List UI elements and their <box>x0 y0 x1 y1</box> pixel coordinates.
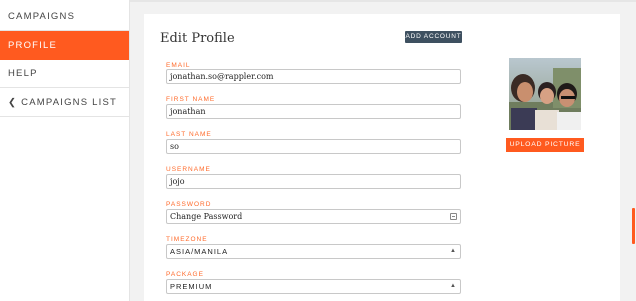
first-name-value: jonathan <box>170 107 206 116</box>
select-arrows-icon: ▲ <box>450 283 457 289</box>
scroll-handle[interactable] <box>632 208 635 244</box>
package-label: PACKAGE <box>166 271 204 278</box>
sidebar-item-profile[interactable]: PROFILE <box>0 31 129 60</box>
password-label: PASSWORD <box>166 201 212 208</box>
last-name-field[interactable]: so <box>166 139 461 154</box>
password-reveal-icon[interactable] <box>450 213 457 220</box>
chevron-left-icon: ❮ <box>8 97 18 108</box>
sidebar-item-campaigns[interactable]: CAMPAIGNS <box>0 2 129 31</box>
username-field[interactable]: jojo <box>166 174 461 189</box>
sidebar-item-label: HELP <box>8 68 38 79</box>
last-name-label: LAST NAME <box>166 131 212 138</box>
sidebar: CAMPAIGNS PROFILE HELP ❮ CAMPAIGNS LIST <box>0 0 130 301</box>
sidebar-item-help[interactable]: HELP <box>0 59 129 88</box>
select-arrows-icon: ▲ <box>450 248 457 254</box>
top-divider <box>130 0 636 2</box>
sidebar-item-label: CAMPAIGNS LIST <box>21 97 117 108</box>
package-select[interactable]: PREMIUM ▲ <box>166 279 461 294</box>
timezone-label: TIMEZONE <box>166 236 208 243</box>
first-name-field[interactable]: jonathan <box>166 104 461 119</box>
timezone-select[interactable]: ASIA/MANILA ▲ <box>166 244 461 259</box>
edit-profile-panel: Edit Profile ADD ACCOUNT EMAIL jonathan.… <box>144 14 620 301</box>
email-label: EMAIL <box>166 62 191 69</box>
username-value: jojo <box>170 177 185 186</box>
timezone-value: ASIA/MANILA <box>170 247 229 256</box>
username-label: USERNAME <box>166 166 211 173</box>
email-value: jonathan.so@rappler.com <box>170 72 274 81</box>
sidebar-item-label: PROFILE <box>8 40 58 51</box>
last-name-value: so <box>170 142 179 151</box>
sidebar-item-campaigns-list[interactable]: ❮ CAMPAIGNS LIST <box>0 88 129 117</box>
password-value: Change Password <box>170 212 243 221</box>
password-field[interactable]: Change Password <box>166 209 461 224</box>
upload-picture-button[interactable]: UPLOAD PICTURE <box>506 138 584 152</box>
profile-picture <box>509 58 581 130</box>
page-title: Edit Profile <box>160 31 235 46</box>
first-name-label: FIRST NAME <box>166 96 216 103</box>
email-field[interactable]: jonathan.so@rappler.com <box>166 69 461 84</box>
sidebar-item-label: CAMPAIGNS <box>8 11 76 22</box>
package-value: PREMIUM <box>170 282 213 291</box>
add-account-button[interactable]: ADD ACCOUNT <box>405 31 462 43</box>
profile-photo-image <box>509 58 581 130</box>
